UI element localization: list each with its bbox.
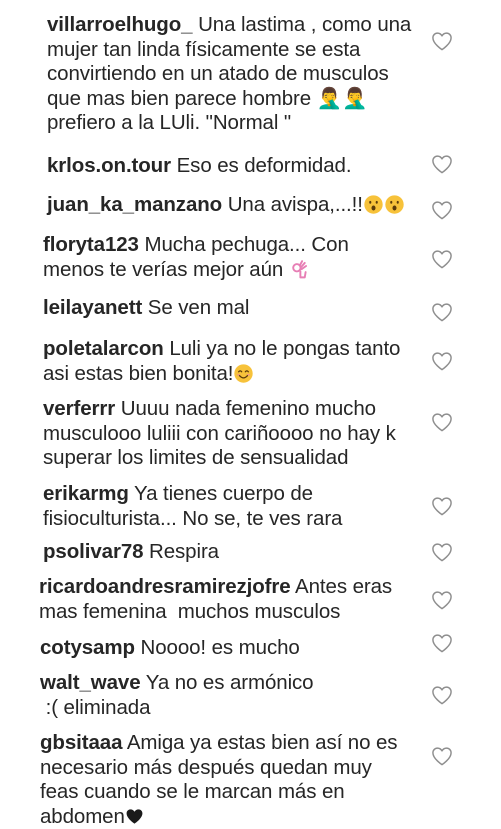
like-heart-icon[interactable] <box>431 542 453 562</box>
like-heart-icon[interactable] <box>431 633 453 653</box>
comment-text: floryta123 Mucha pechuga... Con menos te… <box>43 233 349 282</box>
like-heart-icon[interactable] <box>431 249 453 269</box>
like-heart-icon[interactable] <box>431 302 453 322</box>
comment-list: villarroelhugo_ Una lastima , como una m… <box>0 0 501 828</box>
like-heart-icon[interactable] <box>431 31 453 51</box>
comment-username[interactable]: psolivar78 <box>43 540 144 563</box>
ok-hand-emoji-icon <box>289 258 310 281</box>
comment-text: erikarmg Ya tienes cuerpo de fisiocultur… <box>43 482 342 531</box>
comment-text: villarroelhugo_ Una lastima , como una m… <box>47 13 411 136</box>
smiling-face-emoji-icon <box>233 362 254 385</box>
like-heart-icon[interactable] <box>431 746 453 766</box>
comment-username[interactable]: leilayanett <box>43 296 142 319</box>
comment-username[interactable]: villarroelhugo_ <box>47 13 193 36</box>
black-heart-emoji-icon <box>125 805 144 828</box>
comment-text: leilayanett Se ven mal <box>43 296 249 321</box>
comment-username[interactable]: floryta123 <box>43 233 139 256</box>
like-heart-icon[interactable] <box>431 590 453 610</box>
comment-username[interactable]: erikarmg <box>43 482 129 505</box>
comment-text: verferrr Uuuu nada femenino mucho muscul… <box>43 397 396 471</box>
comment-body: Noooo! es mucho <box>140 636 300 659</box>
comment-text: cotysamp Noooo! es mucho <box>40 636 300 661</box>
astonished-face-emoji-icon <box>363 193 405 216</box>
like-heart-icon[interactable] <box>431 496 453 516</box>
comment-username[interactable]: walt_wave <box>40 671 141 694</box>
comment-text: poletalarcon Luli ya no le pongas tanto … <box>43 337 400 386</box>
like-heart-icon[interactable] <box>431 200 453 220</box>
comment-body: Respira <box>149 540 219 563</box>
comment-text: ricardoandresramirezjofre Antes eras mas… <box>39 575 392 624</box>
comment-text: walt_wave Ya no es armónico :( eliminada <box>40 671 314 720</box>
comment-text: juan_ka_manzano Una avispa,...!! <box>47 193 405 218</box>
comment-username[interactable]: cotysamp <box>40 636 135 659</box>
comment-body: Una avispa,...!! <box>227 193 363 216</box>
comment-text: krlos.on.tour Eso es deformidad. <box>47 154 352 179</box>
like-heart-icon[interactable] <box>431 154 453 174</box>
like-heart-icon[interactable] <box>431 685 453 705</box>
comment-username[interactable]: gbsitaaa <box>40 731 122 754</box>
comment-body: Eso es deformidad. <box>176 154 352 177</box>
comment-username[interactable]: juan_ka_manzano <box>47 193 222 216</box>
like-heart-icon[interactable] <box>431 412 453 432</box>
like-heart-icon[interactable] <box>431 351 453 371</box>
comment-username[interactable]: poletalarcon <box>43 337 164 360</box>
comment-text: psolivar78 Respira <box>43 540 219 565</box>
comment-text: gbsitaaa Amiga ya estas bien así no es n… <box>40 731 398 829</box>
comment-body: Se ven mal <box>147 296 250 319</box>
comment-username[interactable]: verferrr <box>43 397 115 420</box>
comment-username[interactable]: ricardoandresramirezjofre <box>39 575 291 598</box>
comment-username[interactable]: krlos.on.tour <box>47 154 171 177</box>
